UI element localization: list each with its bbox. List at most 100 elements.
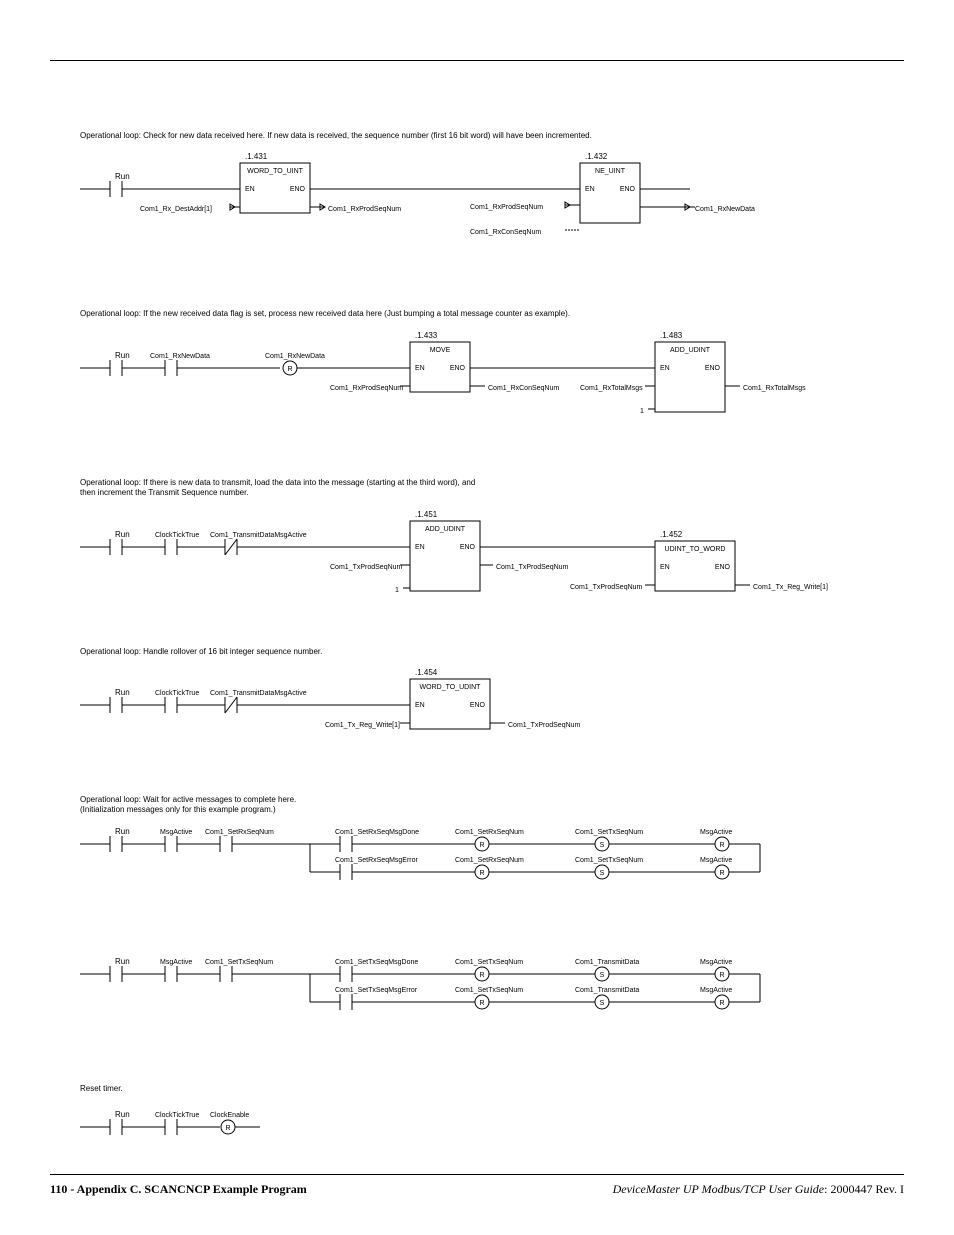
svg-text:.1.452: .1.452 <box>660 530 683 539</box>
svg-text:R: R <box>479 842 484 849</box>
svg-text:EN: EN <box>660 365 670 372</box>
rung1: Run .1.431 WORD_TO_UINT EN ENO Com1_Rx_D… <box>80 149 874 279</box>
svg-text:R: R <box>719 870 724 877</box>
svg-text:R: R <box>479 1000 484 1007</box>
svg-text:1: 1 <box>395 587 399 594</box>
svg-text:Com1_SetRxSeqNum: Com1_SetRxSeqNum <box>455 857 524 864</box>
svg-text:EN: EN <box>415 365 425 372</box>
svg-text:Com1_TransmitData: Com1_TransmitData <box>575 959 639 966</box>
svg-text:.1.483: .1.483 <box>660 331 683 340</box>
svg-text:ClockEnable: ClockEnable <box>210 1112 249 1119</box>
run-label: Run <box>115 172 130 181</box>
rung2: Run Com1_RxNewData Com1_RxNewData R .1.4… <box>80 328 874 448</box>
svg-text:Com1_SetRxSeqNum: Com1_SetRxSeqNum <box>205 829 274 836</box>
svg-text:WORD_TO_UDINT: WORD_TO_UDINT <box>420 684 482 691</box>
svg-text:NE_UINT: NE_UINT <box>595 168 626 175</box>
svg-text:ENO: ENO <box>715 564 731 571</box>
svg-text:Run: Run <box>115 351 130 360</box>
svg-text:EN: EN <box>415 702 425 709</box>
svg-text:S: S <box>600 972 605 979</box>
rung1-comment: Operational loop: Check for new data rec… <box>80 131 874 141</box>
svg-text:ENO: ENO <box>620 186 636 193</box>
svg-text:Run: Run <box>115 957 130 966</box>
footer-left: 110 - Appendix C. SCANCNCP Example Progr… <box>50 1182 307 1197</box>
svg-text:MsgActive: MsgActive <box>160 829 192 836</box>
svg-text:Com1_SetTxSeqNum: Com1_SetTxSeqNum <box>575 829 643 836</box>
svg-text:Com1_RxNewData: Com1_RxNewData <box>695 206 755 213</box>
svg-text:Run: Run <box>115 827 130 836</box>
rung6-comment: Reset timer. <box>80 1084 874 1094</box>
svg-text:ClockTickTrue: ClockTickTrue <box>155 1112 199 1119</box>
svg-text:.1.451: .1.451 <box>415 510 438 519</box>
rung2-comment: Operational loop: If the new received da… <box>80 309 874 319</box>
svg-text:Com1_SetTxSeqNum: Com1_SetTxSeqNum <box>575 857 643 864</box>
svg-text:.1.454: .1.454 <box>415 668 438 677</box>
svg-text:UDINT_TO_WORD: UDINT_TO_WORD <box>665 546 726 553</box>
svg-text:Com1_SetTxSeqNum: Com1_SetTxSeqNum <box>455 959 523 966</box>
rung3: Run ClockTickTrue Com1_TransmitDataMsgAc… <box>80 507 874 617</box>
svg-text:R: R <box>719 842 724 849</box>
svg-text:Com1_SetRxSeqMsgDone: Com1_SetRxSeqMsgDone <box>335 829 419 836</box>
svg-text:Com1_TransmitDataMsgActive: Com1_TransmitDataMsgActive <box>210 532 307 539</box>
svg-text:ENO: ENO <box>450 365 466 372</box>
svg-text:ClockTickTrue: ClockTickTrue <box>155 690 199 697</box>
svg-text:R: R <box>479 870 484 877</box>
svg-text:Com1_RxProdSeqNum: Com1_RxProdSeqNum <box>470 204 543 211</box>
block1-id: .1.431 <box>245 152 268 161</box>
svg-text:ENO: ENO <box>470 702 486 709</box>
svg-text:EN: EN <box>660 564 670 571</box>
svg-text:Com1_TransmitData: Com1_TransmitData <box>575 987 639 994</box>
svg-text:Com1_TxProdSeqNum: Com1_TxProdSeqNum <box>496 564 569 571</box>
svg-text:EN: EN <box>245 186 255 193</box>
rung5-row1: Run MsgActive Com1_SetRxSeqNum Com1_SetR… <box>80 824 874 924</box>
svg-text:Com1_SetTxSeqMsgError: Com1_SetTxSeqMsgError <box>335 987 418 994</box>
svg-text:MsgActive: MsgActive <box>700 857 732 864</box>
svg-text:ADD_UDINT: ADD_UDINT <box>425 526 466 533</box>
svg-text:R: R <box>225 1125 230 1132</box>
svg-text:Com1_RxProdSeqNum: Com1_RxProdSeqNum <box>330 385 403 392</box>
svg-text:Com1_RxTotalMsgs: Com1_RxTotalMsgs <box>743 385 806 392</box>
diagram-content: Operational loop: Check for new data rec… <box>50 131 904 1202</box>
svg-text:Com1_SetRxSeqNum: Com1_SetRxSeqNum <box>455 829 524 836</box>
svg-text:Com1_RxConSeqNum: Com1_RxConSeqNum <box>488 385 559 392</box>
svg-text:S: S <box>600 870 605 877</box>
svg-text:MsgActive: MsgActive <box>700 959 732 966</box>
rung3-comment: Operational loop: If there is new data t… <box>80 478 874 499</box>
svg-text:MsgActive: MsgActive <box>700 987 732 994</box>
svg-text:MsgActive: MsgActive <box>160 959 192 966</box>
svg-text:Com1_RxNewData: Com1_RxNewData <box>150 353 210 360</box>
svg-text:EN: EN <box>585 186 595 193</box>
svg-text:Com1_TxProdSeqNum: Com1_TxProdSeqNum <box>570 584 643 591</box>
rung4: Run ClockTickTrue Com1_TransmitDataMsgAc… <box>80 665 874 765</box>
svg-text:Com1_SetTxSeqNum: Com1_SetTxSeqNum <box>205 959 273 966</box>
svg-text:Com1_TxProdSeqNum: Com1_TxProdSeqNum <box>330 564 403 571</box>
svg-text:ADD_UDINT: ADD_UDINT <box>670 347 711 354</box>
svg-text:Com1_RxConSeqNum: Com1_RxConSeqNum <box>470 229 541 236</box>
svg-text:.1.432: .1.432 <box>585 152 608 161</box>
svg-text:MOVE: MOVE <box>430 347 451 354</box>
svg-text:.1.433: .1.433 <box>415 331 438 340</box>
svg-text:ENO: ENO <box>705 365 721 372</box>
svg-text:R: R <box>719 972 724 979</box>
svg-text:Com1_RxTotalMsgs: Com1_RxTotalMsgs <box>580 385 643 392</box>
svg-text:EN: EN <box>415 544 425 551</box>
svg-text:MsgActive: MsgActive <box>700 829 732 836</box>
svg-text:Run: Run <box>115 530 130 539</box>
rung5-comment: Operational loop: Wait for active messag… <box>80 795 874 816</box>
svg-text:S: S <box>600 842 605 849</box>
svg-text:ClockTickTrue: ClockTickTrue <box>155 532 199 539</box>
svg-text:ENO: ENO <box>290 186 306 193</box>
svg-text:Com1_RxProdSeqNum: Com1_RxProdSeqNum <box>328 206 401 213</box>
svg-text:Com1_TxProdSeqNum: Com1_TxProdSeqNum <box>508 722 581 729</box>
svg-text:Run: Run <box>115 688 130 697</box>
svg-text:Com1_SetTxSeqMsgDone: Com1_SetTxSeqMsgDone <box>335 959 418 966</box>
svg-text:ENO: ENO <box>460 544 476 551</box>
svg-text:R: R <box>287 366 292 373</box>
svg-text:S: S <box>600 1000 605 1007</box>
rung4-comment: Operational loop: Handle rollover of 16 … <box>80 647 874 657</box>
svg-text:R: R <box>719 1000 724 1007</box>
svg-text:Com1_Tx_Reg_Write[1]: Com1_Tx_Reg_Write[1] <box>325 722 400 729</box>
svg-text:Com1_SetRxSeqMsgError: Com1_SetRxSeqMsgError <box>335 857 419 864</box>
footer-right: DeviceMaster UP Modbus/TCP User Guide: 2… <box>613 1182 904 1197</box>
svg-text:Run: Run <box>115 1110 130 1119</box>
